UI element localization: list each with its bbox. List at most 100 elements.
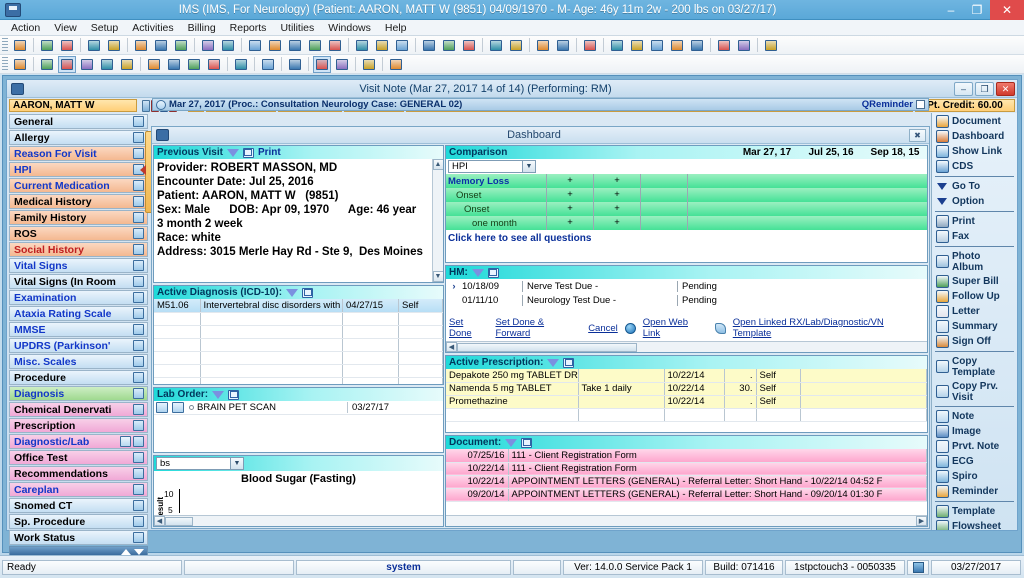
expand-icon[interactable] — [228, 390, 239, 400]
section-note-icon[interactable] — [133, 420, 144, 431]
fax-send-icon[interactable] — [668, 37, 686, 54]
sidebar-item-current-medication[interactable]: Current Medication — [9, 178, 148, 193]
menu-item-billing[interactable]: Billing — [181, 20, 223, 36]
nav-first-icon[interactable] — [145, 56, 163, 73]
maximize-button[interactable]: ❐ — [964, 0, 990, 20]
filter-icon[interactable] — [505, 439, 517, 447]
copy-icon[interactable] — [259, 56, 277, 73]
rx-icon[interactable] — [132, 37, 150, 54]
comparison-row[interactable]: one month++ — [446, 216, 927, 230]
rail-item-flowsheet[interactable]: Flowsheet — [932, 519, 1017, 530]
sidebar-item-medical-history[interactable]: Medical History — [9, 194, 148, 209]
comparison-row[interactable]: Onset++ — [446, 188, 927, 202]
menu-item-utilities[interactable]: Utilities — [273, 20, 321, 36]
sidebar-item-mmse[interactable]: MMSE — [9, 322, 148, 337]
section-note-icon[interactable] — [133, 468, 144, 479]
comparison-all-questions-link[interactable]: Click here to see all questions — [446, 230, 927, 245]
exit-icon[interactable] — [762, 37, 780, 54]
section-note-icon[interactable] — [133, 404, 144, 415]
section-note-icon[interactable] — [133, 308, 144, 319]
sidebar-item-diagnosis[interactable]: Diagnosis — [9, 386, 148, 401]
menu-item-view[interactable]: View — [47, 20, 84, 36]
exchange-icon[interactable] — [628, 37, 646, 54]
menu-item-setup[interactable]: Setup — [84, 20, 125, 36]
section-note-icon[interactable] — [133, 196, 144, 207]
rail-item-summary[interactable]: Summary — [932, 319, 1017, 334]
settings-icon[interactable] — [333, 56, 351, 73]
filter-icon[interactable] — [547, 359, 559, 367]
rail-item-spiro[interactable]: Spiro — [932, 469, 1017, 484]
sidebar-item-reason-for-visit[interactable]: Reason For Visit — [9, 146, 148, 161]
comparison-select[interactable]: HPI ▼ — [448, 160, 536, 173]
template-t-icon[interactable] — [286, 56, 304, 73]
template-icon[interactable] — [487, 37, 505, 54]
chevron-down-icon[interactable]: ▼ — [230, 458, 243, 469]
open-web-link[interactable]: Open Web Link — [643, 317, 708, 339]
section-note-icon[interactable] — [133, 484, 144, 495]
note-edit-icon[interactable] — [507, 37, 525, 54]
sidebar-item-hpi[interactable]: HPI — [9, 162, 148, 177]
rail-item-show-link[interactable]: Show Link — [932, 144, 1017, 159]
sidebar-item-snomed-ct[interactable]: Snomed CT — [9, 498, 148, 513]
chart-bar-icon[interactable] — [534, 37, 552, 54]
rail-item-cds[interactable]: CDS — [932, 159, 1017, 174]
status-icon[interactable] — [907, 560, 929, 575]
section-note-icon[interactable] — [133, 180, 144, 191]
menu-item-activities[interactable]: Activities — [125, 20, 180, 36]
sidebar-item-careplan[interactable]: Careplan — [9, 482, 148, 497]
sidebar-item-vital-signs[interactable]: Vital Signs — [9, 258, 148, 273]
table-row[interactable]: ›10/18/09Nerve Test Due -Pending — [446, 279, 927, 293]
open-folder-icon[interactable] — [85, 37, 103, 54]
toolbar-grip[interactable] — [2, 38, 8, 52]
patient-name-field[interactable]: AARON, MATT W — [9, 99, 137, 112]
hm-hscrollbar[interactable]: ◀ — [446, 341, 927, 352]
section-note-icon[interactable] — [133, 324, 144, 335]
dollar-stack-icon[interactable] — [266, 37, 284, 54]
table-row[interactable]: 01/11/10Neurology Test Due -Pending — [446, 293, 927, 307]
scroll-thumb[interactable] — [457, 343, 637, 352]
close-button[interactable]: ✕ — [990, 0, 1024, 20]
rail-item-template[interactable]: Template — [932, 504, 1017, 519]
sidebar-item-allergy[interactable]: Allergy — [9, 130, 148, 145]
sidebar-item-prescription[interactable]: Prescription — [9, 418, 148, 433]
document-hscrollbar[interactable]: ▶ — [446, 515, 927, 526]
sidebar-item-ros[interactable]: ROS — [9, 226, 148, 241]
set-done-link[interactable]: Set Done — [449, 317, 488, 339]
expand-icon[interactable] — [488, 268, 499, 278]
scroll-right-icon[interactable]: ▶ — [916, 516, 927, 526]
sidebar-item-updrs-parkinson[interactable]: UPDRS (Parkinson' — [9, 338, 148, 353]
section-note-icon[interactable] — [133, 228, 144, 239]
dashboard-close-button[interactable]: ✖ — [909, 129, 926, 142]
menu-item-windows[interactable]: Windows — [321, 20, 378, 36]
rail-item-super-bill[interactable]: Super Bill — [932, 274, 1017, 289]
print-preview-icon[interactable] — [313, 56, 331, 73]
rail-item-ecg[interactable]: ECG — [932, 454, 1017, 469]
menu-item-reports[interactable]: Reports — [223, 20, 274, 36]
menu-item-help[interactable]: Help — [378, 20, 414, 36]
open-linked-template-link[interactable]: Open Linked RX/Lab/Diagnostic/VN Templat… — [733, 317, 924, 339]
visit-expand-icon[interactable] — [156, 100, 166, 110]
table-row[interactable]: 07/25/16111 - Client Registration Form — [446, 449, 927, 462]
ledger-icon[interactable] — [286, 37, 304, 54]
back-arrow-icon[interactable] — [420, 37, 438, 54]
help-circle-icon[interactable] — [360, 56, 378, 73]
comparison-row[interactable]: Onset++ — [446, 202, 927, 216]
rail-item-letter[interactable]: Letter — [932, 304, 1017, 319]
open-icon[interactable] — [11, 56, 29, 73]
rail-item-go-to[interactable]: Go To — [932, 179, 1017, 194]
rail-item-copy-prv-visit[interactable]: Copy Prv.Visit — [932, 379, 1017, 404]
rail-item-note[interactable]: Note — [932, 409, 1017, 424]
scroll-down-icon[interactable]: ▼ — [433, 271, 444, 282]
rail-item-sign-off[interactable]: Sign Off — [932, 334, 1017, 349]
refresh-icon[interactable] — [232, 56, 250, 73]
rail-item-prvt-note[interactable]: Prvt. Note — [932, 439, 1017, 454]
section-note-icon[interactable] — [133, 500, 144, 511]
edit-note-icon[interactable] — [105, 37, 123, 54]
scroll-left-icon[interactable]: ◀ — [446, 342, 457, 352]
sidebar-item-office-test[interactable]: Office Test — [9, 450, 148, 465]
sidebar-item-diagnostic-lab[interactable]: Diagnostic/Lab — [9, 434, 148, 449]
section-note-icon[interactable] — [133, 260, 144, 271]
expand-icon[interactable] — [243, 148, 254, 158]
nav-next-icon[interactable] — [185, 56, 203, 73]
section-note-icon[interactable] — [133, 388, 144, 399]
